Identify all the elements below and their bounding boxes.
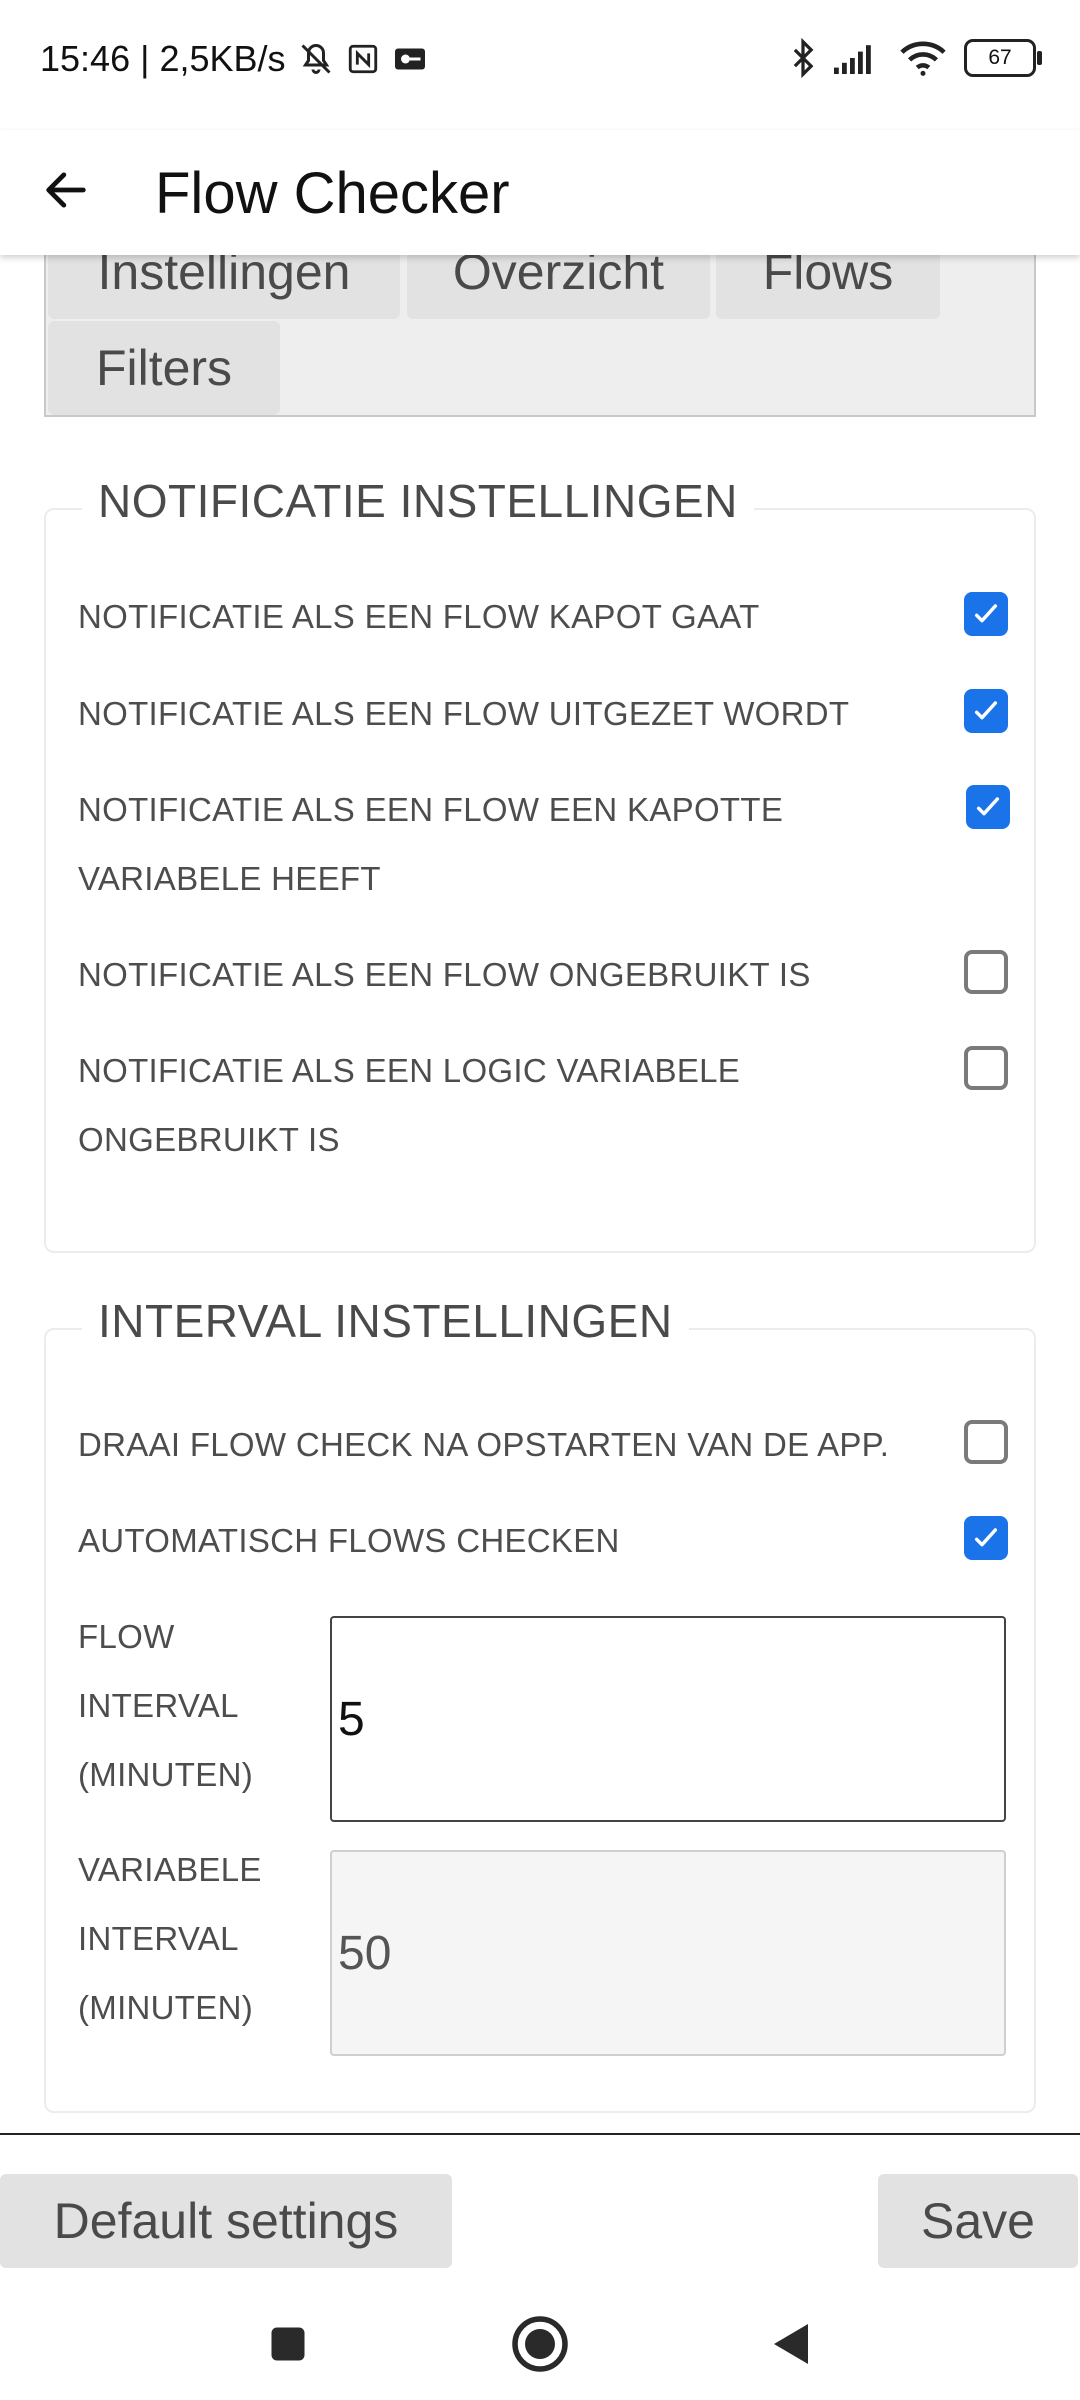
interval-settings-group: INTERVAL INSTELLINGEN DRAAI FLOW CHECK N… [44,1294,1036,2113]
checkmark-icon [976,797,1000,816]
checkmark-icon [974,1528,998,1547]
bluetooth-icon [793,38,814,78]
bottom-divider [0,2133,1080,2135]
home-button[interactable] [508,2312,572,2376]
flow-interval-input[interactable]: 5 [330,1616,1006,1822]
status-bar: 15:46 | 2,5KB/s 67 [0,0,1080,130]
tab-instellingen[interactable]: Instellingen [48,255,400,319]
interval-settings-legend: INTERVAL INSTELLINGEN [82,1294,689,1348]
notify-flow-unused-checkbox[interactable] [964,950,1008,994]
variable-interval-label: VARIABELE INTERVAL (MINUTEN) [78,1851,262,2026]
checkmark-icon [974,701,998,720]
page-title: Flow Checker [155,161,510,226]
back-button[interactable] [36,160,96,220]
notification-settings-group: NOTIFICATIE INSTELLINGEN NOTIFICATIE ALS… [44,474,1036,1253]
signal-icon [834,45,871,74]
home-circle-icon [512,2316,568,2372]
notify-flow-unused-row: NOTIFICATIE ALS EEN FLOW ONGEBRUIKT IS [78,940,1008,1009]
run-check-on-start-checkbox[interactable] [964,1420,1008,1464]
bell-off-icon [300,43,331,74]
status-right: 67 [790,38,1042,78]
auto-check-flows-label: AUTOMATISCH FLOWS CHECKEN [78,1522,620,1559]
notify-flow-unused-label: NOTIFICATIE ALS EEN FLOW ONGEBRUIKT IS [78,956,811,993]
notification-settings-legend: NOTIFICATIE INSTELLINGEN [82,474,754,528]
checkmark-icon [974,604,998,623]
nfc-icon [348,44,377,74]
recents-button[interactable] [256,2312,320,2376]
notify-flow-broken-checkbox[interactable] [964,592,1008,636]
back-nav-button[interactable] [758,2312,822,2376]
flow-interval-label: FLOW INTERVAL (MINUTEN) [78,1618,253,1793]
run-check-on-start-row: DRAAI FLOW CHECK NA OPSTARTEN VAN DE APP… [78,1410,1008,1479]
tab-overzicht[interactable]: Overzicht [407,255,710,319]
notify-broken-variable-checkbox[interactable] [966,785,1010,829]
notify-logic-variable-unused-label: NOTIFICATIE ALS EEN LOGIC VARIABELE ONGE… [78,1052,741,1158]
notify-logic-variable-unused-checkbox[interactable] [964,1046,1008,1090]
notify-flow-broken-label: NOTIFICATIE ALS EEN FLOW KAPOT GAAT [78,598,760,635]
tab-bar: Instellingen Overzicht Flows Filters [44,255,1036,417]
triangle-back-icon [774,2324,808,2364]
wifi-icon [900,41,946,76]
status-left: 15:46 | 2,5KB/s [40,38,428,80]
battery-indicator: 67 [964,39,1042,77]
app-bar: Flow Checker [0,130,1080,255]
notify-broken-variable-label: NOTIFICATIE ALS EEN FLOW EEN KAPOTTE VAR… [78,791,784,897]
tab-filters[interactable]: Filters [48,321,280,415]
square-icon [271,2327,305,2361]
notify-flow-broken-row: NOTIFICATIE ALS EEN FLOW KAPOT GAAT [78,582,1008,651]
notify-flow-disabled-row: NOTIFICATIE ALS EEN FLOW UITGEZET WORDT [78,679,1008,748]
arrow-left-icon [46,172,86,208]
vpn-key-icon [394,48,425,70]
notify-flow-disabled-label: NOTIFICATIE ALS EEN FLOW UITGEZET WORDT [78,695,850,732]
tab-flows[interactable]: Flows [716,255,940,319]
notify-flow-disabled-checkbox[interactable] [964,689,1008,733]
default-settings-button[interactable]: Default settings [0,2174,452,2268]
notify-logic-variable-unused-row: NOTIFICATIE ALS EEN LOGIC VARIABELE ONGE… [78,1036,1008,1174]
status-time-speed: 15:46 | 2,5KB/s [40,38,286,79]
notify-broken-variable-row: NOTIFICATIE ALS EEN FLOW EEN KAPOTTE VAR… [78,775,1010,913]
auto-check-flows-row: AUTOMATISCH FLOWS CHECKEN [78,1506,1008,1575]
save-button[interactable]: Save [878,2174,1078,2268]
auto-check-flows-checkbox[interactable] [964,1516,1008,1560]
run-check-on-start-label: DRAAI FLOW CHECK NA OPSTARTEN VAN DE APP… [78,1426,890,1463]
variable-interval-input[interactable]: 50 [330,1850,1006,2056]
system-nav-bar [0,2290,1080,2400]
